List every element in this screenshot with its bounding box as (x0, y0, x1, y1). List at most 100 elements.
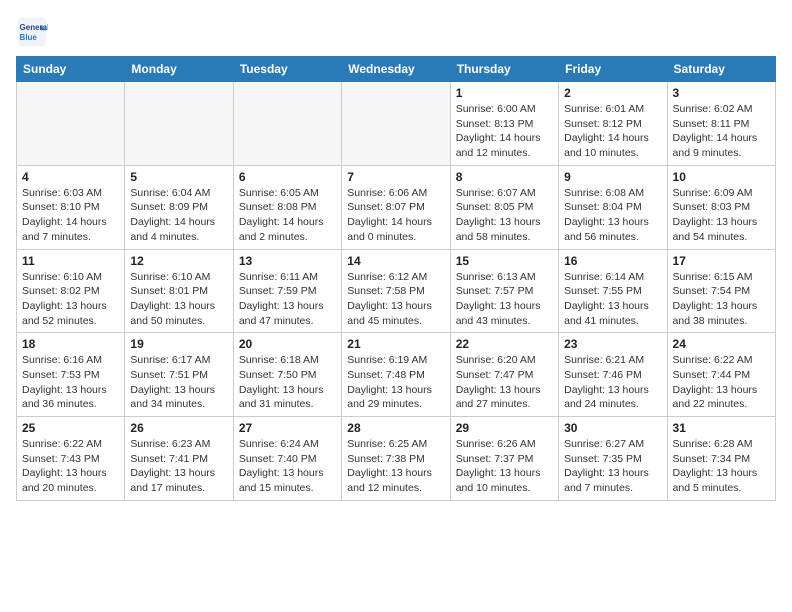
day-number: 26 (130, 421, 227, 435)
calendar-day-cell: 14 Sunrise: 6:12 AM Sunset: 7:58 PM Dayli… (342, 249, 450, 333)
day-number: 30 (564, 421, 661, 435)
day-info: Sunrise: 6:24 AM Sunset: 7:40 PM Dayligh… (239, 437, 336, 496)
day-number: 6 (239, 170, 336, 184)
calendar-header-row: SundayMondayTuesdayWednesdayThursdayFrid… (17, 57, 776, 82)
day-info: Sunrise: 6:08 AM Sunset: 8:04 PM Dayligh… (564, 186, 661, 245)
calendar-day-cell: 10 Sunrise: 6:09 AM Sunset: 8:03 PM Dayli… (667, 165, 775, 249)
calendar-day-cell (233, 82, 341, 166)
day-info: Sunrise: 6:09 AM Sunset: 8:03 PM Dayligh… (673, 186, 770, 245)
day-of-week-header: Monday (125, 57, 233, 82)
calendar-day-cell: 31 Sunrise: 6:28 AM Sunset: 7:34 PM Dayli… (667, 417, 775, 501)
calendar-day-cell: 18 Sunrise: 6:16 AM Sunset: 7:53 PM Dayli… (17, 333, 125, 417)
day-number: 29 (456, 421, 553, 435)
calendar-day-cell: 21 Sunrise: 6:19 AM Sunset: 7:48 PM Dayli… (342, 333, 450, 417)
svg-text:Blue: Blue (20, 33, 38, 42)
day-info: Sunrise: 6:16 AM Sunset: 7:53 PM Dayligh… (22, 353, 119, 412)
day-number: 5 (130, 170, 227, 184)
calendar-day-cell: 29 Sunrise: 6:26 AM Sunset: 7:37 PM Dayli… (450, 417, 558, 501)
calendar-day-cell: 8Sunrise: 6:07 AM Sunset: 8:05 PM Daylig… (450, 165, 558, 249)
day-of-week-header: Friday (559, 57, 667, 82)
calendar-day-cell: 30 Sunrise: 6:27 AM Sunset: 7:35 PM Dayli… (559, 417, 667, 501)
page-header: General Blue (16, 16, 776, 48)
day-number: 21 (347, 337, 444, 351)
calendar-day-cell: 23 Sunrise: 6:21 AM Sunset: 7:46 PM Dayli… (559, 333, 667, 417)
calendar-week-row: 4 Sunrise: 6:03 AM Sunset: 8:10 PM Daylig… (17, 165, 776, 249)
day-info: Sunrise: 6:06 AM Sunset: 8:07 PM Dayligh… (347, 186, 444, 245)
day-number: 16 (564, 254, 661, 268)
calendar-day-cell (342, 82, 450, 166)
day-number: 1 (456, 86, 553, 100)
day-number: 3 (673, 86, 770, 100)
day-of-week-header: Wednesday (342, 57, 450, 82)
day-of-week-header: Sunday (17, 57, 125, 82)
svg-text:General: General (20, 23, 48, 32)
calendar-day-cell: 11Sunrise: 6:10 AM Sunset: 8:02 PM Dayli… (17, 249, 125, 333)
calendar-week-row: 1 Sunrise: 6:00 AM Sunset: 8:13 PM Daylig… (17, 82, 776, 166)
calendar-day-cell: 3 Sunrise: 6:02 AM Sunset: 8:11 PM Daylig… (667, 82, 775, 166)
calendar-day-cell (125, 82, 233, 166)
day-info: Sunrise: 6:12 AM Sunset: 7:58 PM Dayligh… (347, 270, 444, 329)
day-number: 2 (564, 86, 661, 100)
calendar-day-cell: 27 Sunrise: 6:24 AM Sunset: 7:40 PM Dayli… (233, 417, 341, 501)
day-info: Sunrise: 6:22 AM Sunset: 7:44 PM Dayligh… (673, 353, 770, 412)
day-info: Sunrise: 6:22 AM Sunset: 7:43 PM Dayligh… (22, 437, 119, 496)
day-info: Sunrise: 6:25 AM Sunset: 7:38 PM Dayligh… (347, 437, 444, 496)
day-number: 20 (239, 337, 336, 351)
calendar-week-row: 25 Sunrise: 6:22 AM Sunset: 7:43 PM Dayli… (17, 417, 776, 501)
calendar-day-cell: 1 Sunrise: 6:00 AM Sunset: 8:13 PM Daylig… (450, 82, 558, 166)
day-info: Sunrise: 6:15 AM Sunset: 7:54 PM Dayligh… (673, 270, 770, 329)
logo: General Blue (16, 16, 52, 48)
calendar-day-cell: 19Sunrise: 6:17 AM Sunset: 7:51 PM Dayli… (125, 333, 233, 417)
day-number: 28 (347, 421, 444, 435)
calendar-day-cell: 9 Sunrise: 6:08 AM Sunset: 8:04 PM Daylig… (559, 165, 667, 249)
day-info: Sunrise: 6:11 AM Sunset: 7:59 PM Dayligh… (239, 270, 336, 329)
day-info: Sunrise: 6:00 AM Sunset: 8:13 PM Dayligh… (456, 102, 553, 161)
calendar-day-cell: 2 Sunrise: 6:01 AM Sunset: 8:12 PM Daylig… (559, 82, 667, 166)
day-of-week-header: Saturday (667, 57, 775, 82)
day-number: 4 (22, 170, 119, 184)
day-info: Sunrise: 6:19 AM Sunset: 7:48 PM Dayligh… (347, 353, 444, 412)
day-info: Sunrise: 6:02 AM Sunset: 8:11 PM Dayligh… (673, 102, 770, 161)
day-number: 11 (22, 254, 119, 268)
day-number: 24 (673, 337, 770, 351)
day-info: Sunrise: 6:01 AM Sunset: 8:12 PM Dayligh… (564, 102, 661, 161)
day-number: 27 (239, 421, 336, 435)
calendar-day-cell: 15Sunrise: 6:13 AM Sunset: 7:57 PM Dayli… (450, 249, 558, 333)
day-number: 10 (673, 170, 770, 184)
day-info: Sunrise: 6:14 AM Sunset: 7:55 PM Dayligh… (564, 270, 661, 329)
day-number: 31 (673, 421, 770, 435)
day-info: Sunrise: 6:20 AM Sunset: 7:47 PM Dayligh… (456, 353, 553, 412)
day-of-week-header: Tuesday (233, 57, 341, 82)
day-info: Sunrise: 6:21 AM Sunset: 7:46 PM Dayligh… (564, 353, 661, 412)
day-number: 14 (347, 254, 444, 268)
day-number: 15 (456, 254, 553, 268)
day-of-week-header: Thursday (450, 57, 558, 82)
day-number: 23 (564, 337, 661, 351)
calendar-table: SundayMondayTuesdayWednesdayThursdayFrid… (16, 56, 776, 501)
day-info: Sunrise: 6:26 AM Sunset: 7:37 PM Dayligh… (456, 437, 553, 496)
day-number: 19 (130, 337, 227, 351)
calendar-day-cell: 17 Sunrise: 6:15 AM Sunset: 7:54 PM Dayli… (667, 249, 775, 333)
calendar-day-cell: 26 Sunrise: 6:23 AM Sunset: 7:41 PM Dayli… (125, 417, 233, 501)
day-info: Sunrise: 6:28 AM Sunset: 7:34 PM Dayligh… (673, 437, 770, 496)
day-info: Sunrise: 6:10 AM Sunset: 8:01 PM Dayligh… (130, 270, 227, 329)
day-info: Sunrise: 6:03 AM Sunset: 8:10 PM Dayligh… (22, 186, 119, 245)
calendar-day-cell: 13Sunrise: 6:11 AM Sunset: 7:59 PM Dayli… (233, 249, 341, 333)
day-number: 17 (673, 254, 770, 268)
calendar-day-cell: 16 Sunrise: 6:14 AM Sunset: 7:55 PM Dayli… (559, 249, 667, 333)
day-number: 25 (22, 421, 119, 435)
calendar-week-row: 11Sunrise: 6:10 AM Sunset: 8:02 PM Dayli… (17, 249, 776, 333)
calendar-week-row: 18 Sunrise: 6:16 AM Sunset: 7:53 PM Dayli… (17, 333, 776, 417)
calendar-day-cell: 4 Sunrise: 6:03 AM Sunset: 8:10 PM Daylig… (17, 165, 125, 249)
calendar-day-cell: 5Sunrise: 6:04 AM Sunset: 8:09 PM Daylig… (125, 165, 233, 249)
day-number: 9 (564, 170, 661, 184)
day-number: 18 (22, 337, 119, 351)
calendar-day-cell: 24 Sunrise: 6:22 AM Sunset: 7:44 PM Dayli… (667, 333, 775, 417)
calendar-day-cell: 20 Sunrise: 6:18 AM Sunset: 7:50 PM Dayli… (233, 333, 341, 417)
calendar-day-cell: 7Sunrise: 6:06 AM Sunset: 8:07 PM Daylig… (342, 165, 450, 249)
day-info: Sunrise: 6:23 AM Sunset: 7:41 PM Dayligh… (130, 437, 227, 496)
day-info: Sunrise: 6:27 AM Sunset: 7:35 PM Dayligh… (564, 437, 661, 496)
day-info: Sunrise: 6:18 AM Sunset: 7:50 PM Dayligh… (239, 353, 336, 412)
logo-icon: General Blue (16, 16, 48, 48)
day-info: Sunrise: 6:07 AM Sunset: 8:05 PM Dayligh… (456, 186, 553, 245)
